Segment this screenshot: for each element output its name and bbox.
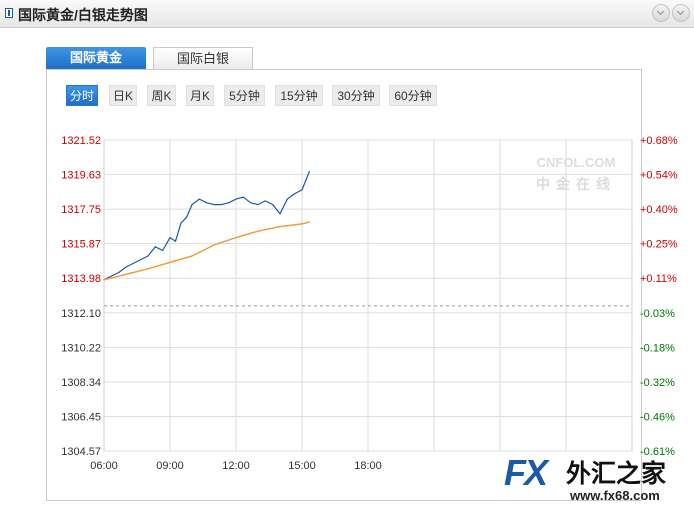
y-tick-label: 1310.22 [61, 342, 101, 354]
average-line-point [279, 226, 281, 228]
pct-tick-label: -0.46% [640, 411, 675, 423]
price-line-point [154, 246, 156, 248]
price-line-point [174, 240, 177, 242]
y-tick-label: 1304.57 [61, 446, 101, 458]
price-line-point [279, 213, 281, 215]
x-tick-label: 06:00 [90, 460, 118, 472]
price-line-point [185, 216, 188, 219]
price-line-point [147, 255, 149, 257]
price-line-point [235, 198, 237, 200]
price-line-point [180, 222, 182, 224]
y-tick-label: 1308.34 [61, 377, 101, 389]
logo-fx: FX [504, 452, 548, 493]
average-line-point [235, 237, 237, 239]
price-line-point [206, 202, 208, 204]
average-line-point [169, 261, 171, 263]
pct-tick-label: -0.03% [640, 308, 675, 320]
pct-tick-label: +0.11% [640, 273, 677, 285]
price-line-point [294, 192, 296, 195]
average-line-point [191, 255, 193, 257]
fx68-logo: FX 外汇之家 www.fx68.com [500, 450, 694, 510]
price-line-point [110, 275, 112, 277]
average-line-point [301, 223, 303, 225]
logo-chinese: 外汇之家 [566, 460, 667, 488]
y-tick-label: 1312.10 [61, 308, 101, 320]
price-line-point [308, 170, 310, 173]
watermark-latin: CNFOL.COM [537, 155, 616, 170]
average-line-point [308, 221, 310, 223]
price-line-point [191, 203, 193, 206]
average-line-point [125, 273, 127, 275]
price-line-point [250, 202, 252, 204]
price-line-point [257, 203, 259, 206]
x-tick-label: 15:00 [288, 460, 316, 472]
price-line-point [220, 203, 222, 206]
y-axis-labels: 1321.52 1319.63 1317.75 1315.87 1313.98 1312.… [61, 135, 101, 458]
price-line-point [301, 189, 303, 191]
pct-tick-label: -0.32% [640, 377, 675, 389]
y-tick-label: 1321.52 [61, 135, 101, 147]
price-line-point [136, 260, 138, 263]
chart-series [103, 170, 310, 281]
price-line-point [242, 196, 244, 198]
price-line-point [272, 203, 274, 206]
x-tick-label: 12:00 [222, 460, 250, 472]
price-line-point [118, 271, 120, 274]
price-line [103, 171, 310, 281]
pct-tick-label: +0.25% [640, 239, 678, 251]
average-line-point [213, 244, 215, 246]
x-tick-label: 09:00 [156, 460, 184, 472]
price-line-point [169, 237, 171, 239]
y-tick-label: 1306.45 [61, 411, 101, 423]
y-tick-label: 1315.87 [61, 239, 101, 251]
price-line-point [125, 266, 127, 268]
average-line [103, 221, 310, 281]
y-tick-label: 1313.98 [61, 273, 101, 285]
average-line-point [103, 279, 105, 281]
pct-tick-label: +0.40% [640, 204, 678, 216]
logo-url: www.fx68.com [570, 488, 660, 503]
pct-axis-labels: +0.68% +0.54% +0.40% +0.25% +0.11% -0.03% -0.1… [640, 135, 678, 458]
price-line-point [213, 203, 215, 206]
average-line-point [257, 230, 259, 232]
pct-tick-label: -0.18% [640, 342, 675, 354]
price-line-point [198, 198, 200, 200]
x-tick-label: 18:00 [354, 460, 382, 472]
pct-tick-label: +0.54% [640, 170, 678, 182]
price-chart: CNFOL.COM 中金在线 1321.52 1319.63 1317.75 1315… [61, 135, 678, 472]
price-line-point [162, 249, 164, 252]
x-axis-labels: 06:00 09:00 12:00 15:00 18:00 [90, 460, 382, 472]
pct-tick-label: +0.68% [640, 135, 678, 147]
y-tick-label: 1317.75 [61, 204, 101, 216]
price-line-point [228, 202, 230, 204]
average-line-point [147, 268, 149, 270]
y-tick-label: 1319.63 [61, 170, 101, 182]
price-line-point [264, 200, 266, 202]
watermark-chinese: 中金在线 [536, 176, 616, 193]
price-line-point [286, 198, 288, 200]
